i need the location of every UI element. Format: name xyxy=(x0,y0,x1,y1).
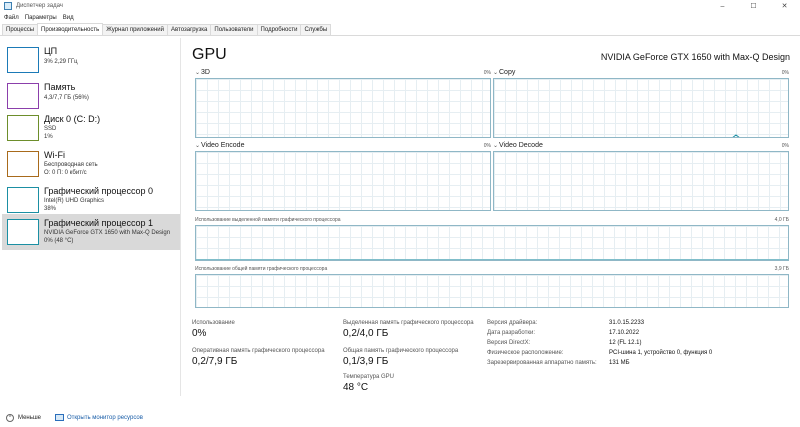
reserved-memory-key: Зарезервированная аппаратно память: xyxy=(487,360,597,366)
resource-monitor-icon xyxy=(55,414,64,421)
close-icon: ✕ xyxy=(781,3,788,10)
sidebar-item-detail: Intel(R) UHD Graphics xyxy=(44,198,105,204)
gpu0-thumbnail-graph xyxy=(7,187,39,213)
tab-bar: Процессы Производительность Журнал прило… xyxy=(0,23,800,36)
footer-bar: ^ Меньше Открыть монитор ресурсов xyxy=(0,408,800,427)
gpu-memory-label: Оперативная память графического процессо… xyxy=(192,348,325,354)
sidebar-item-detail: 3% 2,29 ГГц xyxy=(44,59,78,65)
sidebar-item-title: Память xyxy=(44,82,76,92)
tab-users[interactable]: Пользователи xyxy=(210,24,258,35)
gpu-temperature-label: Температура GPU xyxy=(343,374,395,380)
graph-dedicated-memory xyxy=(195,225,789,261)
maximize-icon: ☐ xyxy=(750,3,757,10)
wifi-thumbnail-graph xyxy=(7,151,39,177)
sidebar-item-title: Графический процессор 0 xyxy=(44,186,154,196)
shared-memory-max: 3,9 ГБ xyxy=(774,266,789,272)
dedicated-memory-graph-label: Использование выделенной памяти графичес… xyxy=(195,217,341,223)
cpu-thumbnail-graph xyxy=(7,47,39,73)
graph-video-encode xyxy=(195,151,491,211)
sidebar-item-detail: О: 0 П: 0 кбит/с xyxy=(44,170,87,176)
close-button[interactable]: ✕ xyxy=(769,0,800,12)
sidebar-item-detail: 0% (48 °C) xyxy=(44,238,74,244)
directx-version-key: Версия DirectX: xyxy=(487,340,531,346)
sidebar-item-disk[interactable]: Диск 0 (C: D:) SSD 1% xyxy=(2,110,180,146)
fewer-details-button[interactable]: Меньше xyxy=(18,415,41,421)
sidebar-item-detail: 1% xyxy=(44,134,53,140)
engine-selector-video-decode[interactable]: ⌄Video Decode xyxy=(493,142,543,149)
tab-startup[interactable]: Автозагрузка xyxy=(166,24,212,35)
gpu-memory-value: 0,2/7,9 ГБ xyxy=(192,356,238,367)
menu-view[interactable]: Вид xyxy=(63,15,74,21)
sidebar-item-title: Wi-Fi xyxy=(44,150,65,160)
sidebar-item-title: ЦП xyxy=(44,46,58,56)
utilization-value: 0% xyxy=(192,328,207,339)
shared-memory-label: Общая память графического процессора xyxy=(343,348,459,354)
window-title: Диспетчер задач xyxy=(16,3,63,9)
dedicated-memory-label: Выделенная память графического процессор… xyxy=(343,320,474,326)
graph-copy xyxy=(493,78,789,138)
disk-thumbnail-graph xyxy=(7,115,39,141)
gpu-temperature-value: 48 °C xyxy=(343,382,369,393)
sidebar-item-cpu[interactable]: ЦП 3% 2,29 ГГц xyxy=(2,42,180,78)
sidebar-item-title: Диск 0 (C: D:) xyxy=(44,114,101,124)
sidebar-item-detail: Беспроводная сеть xyxy=(44,162,98,168)
dedicated-memory-line xyxy=(196,259,788,260)
engine-video-decode-percent: 0% xyxy=(781,143,789,149)
minimize-button[interactable]: – xyxy=(707,0,738,12)
physical-location-value: PCI-шина 1, устройство 0, функция 0 xyxy=(609,350,713,356)
maximize-button[interactable]: ☐ xyxy=(738,0,769,12)
memory-thumbnail-graph xyxy=(7,83,39,109)
sidebar-item-title: Графический процессор 1 xyxy=(44,218,154,228)
engine-selector-copy[interactable]: ⌄Copy xyxy=(493,69,515,76)
page-title: GPU xyxy=(192,46,227,63)
reserved-memory-value: 131 МБ xyxy=(609,360,630,366)
sidebar-item-memory[interactable]: Память 4,3/7,7 ГБ (56%) xyxy=(2,78,180,114)
directx-version-value: 12 (FL 12.1) xyxy=(609,340,642,346)
minimize-icon: – xyxy=(720,2,725,10)
chevron-up-icon: ^ xyxy=(6,413,14,422)
copy-activity-line xyxy=(732,134,740,137)
performance-sidebar: ЦП 3% 2,29 ГГц Память 4,3/7,7 ГБ (56%) Д… xyxy=(0,38,181,396)
tab-services[interactable]: Службы xyxy=(300,24,332,35)
sidebar-item-detail: NVIDIA GeForce GTX 1650 with Max-Q Desig… xyxy=(44,230,171,236)
engine-video-encode-percent: 0% xyxy=(483,143,491,149)
driver-date-key: Дата разработки: xyxy=(487,330,536,336)
tab-details[interactable]: Подробности xyxy=(256,24,302,35)
sidebar-item-detail: 38% xyxy=(44,206,57,212)
tab-app-history[interactable]: Журнал приложений xyxy=(102,24,168,35)
dedicated-memory-max: 4,0 ГБ xyxy=(774,217,789,223)
shared-memory-graph-label: Использование общей памяти графического … xyxy=(195,266,328,272)
menu-options[interactable]: Параметры xyxy=(25,15,57,21)
gpu-model-name: NVIDIA GeForce GTX 1650 with Max-Q Desig… xyxy=(600,52,790,62)
menu-file[interactable]: Файл xyxy=(4,15,19,21)
gpu-details-panel: GPU NVIDIA GeForce GTX 1650 with Max-Q D… xyxy=(185,38,795,398)
engine-selector-video-encode[interactable]: ⌄Video Encode xyxy=(195,142,244,149)
open-resource-monitor-link[interactable]: Открыть монитор ресурсов xyxy=(67,415,143,421)
dedicated-memory-value: 0,2/4,0 ГБ xyxy=(343,328,389,339)
driver-version-value: 31.0.15.2233 xyxy=(609,320,645,326)
engine-copy-percent: 0% xyxy=(781,70,789,76)
sidebar-item-detail: 4,3/7,7 ГБ (56%) xyxy=(44,95,89,101)
graph-3d xyxy=(195,78,491,138)
engine-3d-percent: 0% xyxy=(483,70,491,76)
driver-version-key: Версия драйвера: xyxy=(487,320,538,326)
graph-video-decode xyxy=(493,151,789,211)
title-bar: Диспетчер задач – ☐ ✕ xyxy=(0,0,800,12)
tab-processes[interactable]: Процессы xyxy=(2,24,39,35)
utilization-label: Использование xyxy=(192,320,235,326)
menu-bar: Файл Параметры Вид xyxy=(0,12,80,23)
sidebar-item-detail: SSD xyxy=(44,126,57,132)
sidebar-item-gpu-0[interactable]: Графический процессор 0 Intel(R) UHD Gra… xyxy=(2,182,180,218)
engine-selector-3d[interactable]: ⌄3D xyxy=(195,69,210,76)
shared-memory-value: 0,1/3,9 ГБ xyxy=(343,356,389,367)
gpu1-thumbnail-graph xyxy=(7,219,39,245)
tab-performance[interactable]: Производительность xyxy=(37,23,104,35)
graph-shared-memory xyxy=(195,274,789,308)
physical-location-key: Физическое расположение: xyxy=(487,350,564,356)
sidebar-item-wifi[interactable]: Wi-Fi Беспроводная сеть О: 0 П: 0 кбит/с xyxy=(2,146,180,182)
task-manager-icon xyxy=(4,2,12,10)
sidebar-item-gpu-1[interactable]: Графический процессор 1 NVIDIA GeForce G… xyxy=(2,214,180,250)
shared-memory-line xyxy=(196,275,789,308)
driver-date-value: 17.10.2022 xyxy=(609,330,640,336)
